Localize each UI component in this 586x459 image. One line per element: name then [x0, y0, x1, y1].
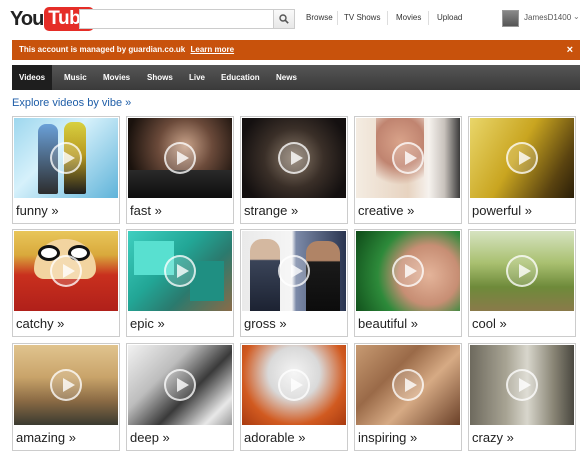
play-icon — [392, 369, 424, 401]
vibe-tile-powerful[interactable]: powerful » — [468, 116, 576, 224]
tab-education[interactable]: Education — [214, 65, 267, 90]
vibe-label[interactable]: amazing » — [16, 430, 76, 445]
vibe-tile-fast[interactable]: fast » — [126, 116, 234, 224]
video-thumbnail[interactable] — [242, 345, 346, 425]
learn-more-link[interactable]: Learn more — [191, 45, 235, 54]
play-icon — [278, 369, 310, 401]
play-icon — [392, 142, 424, 174]
vibe-label[interactable]: beautiful » — [358, 316, 418, 331]
video-thumbnail[interactable] — [356, 345, 460, 425]
managed-account-banner: This account is managed by guardian.co.u… — [12, 40, 580, 60]
video-thumbnail[interactable] — [128, 345, 232, 425]
chevron-down-icon[interactable]: ⌄ — [573, 12, 580, 21]
vibe-tile-inspiring[interactable]: inspiring » — [354, 343, 462, 451]
play-icon — [164, 255, 196, 287]
vibe-label[interactable]: deep » — [130, 430, 170, 445]
banner-text: This account is managed by guardian.co.u… — [19, 45, 186, 54]
nav-browse[interactable]: Browse — [306, 13, 333, 22]
close-icon[interactable]: × — [567, 40, 573, 60]
video-thumbnail[interactable] — [470, 231, 574, 311]
tab-news[interactable]: News — [269, 65, 304, 90]
logo-you-text: You — [10, 7, 44, 30]
vibe-label[interactable]: adorable » — [244, 430, 305, 445]
vibe-tile-adorable[interactable]: adorable » — [240, 343, 348, 451]
tab-live[interactable]: Live — [182, 65, 212, 90]
search-icon — [279, 14, 289, 24]
nav-divider — [337, 11, 338, 25]
play-icon — [278, 142, 310, 174]
play-icon — [164, 369, 196, 401]
vibe-tile-epic[interactable]: epic » — [126, 229, 234, 337]
vibe-tile-cool[interactable]: cool » — [468, 229, 576, 337]
video-thumbnail[interactable] — [14, 118, 118, 198]
avatar[interactable] — [502, 10, 519, 27]
video-thumbnail[interactable] — [242, 231, 346, 311]
nav-movies[interactable]: Movies — [396, 13, 421, 22]
play-icon — [506, 142, 538, 174]
vibe-tile-gross[interactable]: gross » — [240, 229, 348, 337]
username[interactable]: JamesD1400 — [524, 13, 571, 22]
vibe-tile-creative[interactable]: creative » — [354, 116, 462, 224]
search-button[interactable] — [273, 10, 294, 28]
tab-music[interactable]: Music — [57, 65, 94, 90]
category-nav: Videos Music Movies Shows Live Education… — [12, 65, 580, 90]
vibe-label[interactable]: crazy » — [472, 430, 514, 445]
vibe-label[interactable]: cool » — [472, 316, 507, 331]
play-icon — [50, 255, 82, 287]
video-thumbnail[interactable] — [14, 231, 118, 311]
video-thumbnail[interactable] — [128, 231, 232, 311]
play-icon — [506, 255, 538, 287]
vibe-tile-funny[interactable]: funny » — [12, 116, 120, 224]
vibe-label[interactable]: strange » — [244, 203, 298, 218]
vibe-label[interactable]: epic » — [130, 316, 165, 331]
vibe-label[interactable]: creative » — [358, 203, 414, 218]
tab-shows[interactable]: Shows — [140, 65, 180, 90]
nav-divider — [428, 11, 429, 25]
play-icon — [50, 142, 82, 174]
nav-tv-shows[interactable]: TV Shows — [344, 13, 380, 22]
vibe-tile-catchy[interactable]: catchy » — [12, 229, 120, 337]
vibe-label[interactable]: catchy » — [16, 316, 64, 331]
search-input[interactable] — [80, 11, 274, 29]
tab-movies[interactable]: Movies — [96, 65, 137, 90]
video-thumbnail[interactable] — [242, 118, 346, 198]
video-thumbnail[interactable] — [128, 118, 232, 198]
vibe-tile-strange[interactable]: strange » — [240, 116, 348, 224]
video-thumbnail[interactable] — [14, 345, 118, 425]
masthead: You Tube Browse TV Shows Movies Upload J… — [0, 0, 586, 38]
vibe-tile-crazy[interactable]: crazy » — [468, 343, 576, 451]
search-box — [79, 9, 295, 29]
video-thumbnail[interactable] — [356, 231, 460, 311]
vibe-label[interactable]: fast » — [130, 203, 162, 218]
vibe-tile-beautiful[interactable]: beautiful » — [354, 229, 462, 337]
tab-videos[interactable]: Videos — [12, 65, 53, 90]
vibe-label[interactable]: gross » — [244, 316, 287, 331]
video-thumbnail[interactable] — [356, 118, 460, 198]
vibe-tile-deep[interactable]: deep » — [126, 343, 234, 451]
play-icon — [164, 142, 196, 174]
video-thumbnail[interactable] — [470, 118, 574, 198]
vibe-label[interactable]: inspiring » — [358, 430, 417, 445]
play-icon — [278, 255, 310, 287]
nav-upload[interactable]: Upload — [437, 13, 462, 22]
play-icon — [50, 369, 82, 401]
vibe-tile-amazing[interactable]: amazing » — [12, 343, 120, 451]
vibe-label[interactable]: funny » — [16, 203, 59, 218]
play-icon — [506, 369, 538, 401]
explore-title[interactable]: Explore videos by vibe » — [12, 97, 131, 109]
vibe-label[interactable]: powerful » — [472, 203, 532, 218]
video-thumbnail[interactable] — [470, 345, 574, 425]
play-icon — [392, 255, 424, 287]
nav-divider — [387, 11, 388, 25]
